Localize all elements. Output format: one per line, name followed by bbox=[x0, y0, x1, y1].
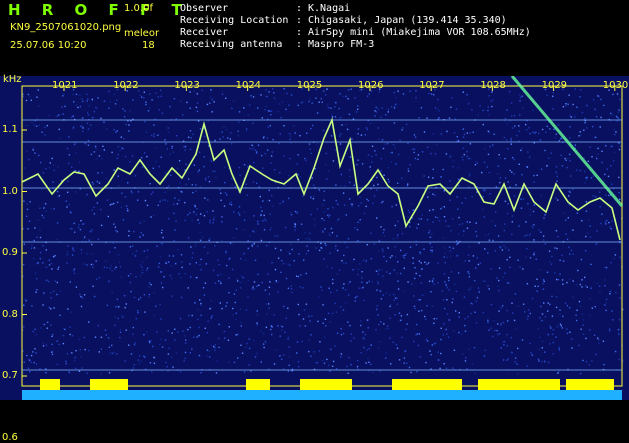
time-tick-label: 1030 bbox=[602, 80, 629, 91]
bottom-strip bbox=[22, 390, 622, 400]
info-key: Receiving Location bbox=[180, 15, 289, 26]
datetime-label: 25.07.06 10:20 bbox=[10, 40, 87, 51]
time-tick-label: 1025 bbox=[296, 80, 323, 91]
plot-frame bbox=[21, 85, 623, 387]
info-row-antenna: Receiving antenna: Maspro FM-3 bbox=[180, 39, 375, 50]
echo-trace bbox=[21, 117, 621, 241]
app-title: H R O F F T bbox=[8, 1, 190, 19]
count-label: 18 bbox=[142, 40, 155, 51]
time-tick-label: 1029 bbox=[541, 80, 568, 91]
meteor-streak bbox=[510, 76, 624, 207]
freq-tick-label: 0.9 bbox=[2, 247, 18, 258]
freq-tick-label: 1.1 bbox=[2, 124, 18, 135]
info-value: K.Nagai bbox=[308, 3, 351, 14]
version-label: 1.0.0f bbox=[124, 3, 153, 14]
info-row-receiver: Receiver: AirSpy mini (Miakejima VOR 108.… bbox=[180, 27, 531, 38]
info-key: Receiver bbox=[180, 27, 229, 38]
spectrogram-panel: kHz 1021 1022 1023 1024 1025 1026 1027 1028 1029… bbox=[0, 74, 629, 443]
mode-label: meleor bbox=[124, 28, 160, 39]
freq-tick-label: 0.7 bbox=[2, 370, 18, 381]
time-tick-label: 1028 bbox=[480, 80, 506, 91]
noise-layer bbox=[22, 88, 624, 375]
info-value: AirSpy mini (Miakejima VOR 108.65MHz) bbox=[308, 27, 531, 38]
time-tick-label: 1024 bbox=[235, 80, 262, 91]
time-tick-label: 1026 bbox=[358, 80, 384, 91]
time-tick-label: 1023 bbox=[174, 80, 200, 91]
station-info: Observer: K.Nagai Receiving Location: Chig… bbox=[180, 3, 531, 51]
header: H R O F F T 1.0.0f KN9_2507061020.png me… bbox=[0, 0, 629, 76]
freq-tick-label: 0.6 bbox=[2, 431, 18, 443]
info-value: Maspro FM-3 bbox=[308, 39, 375, 50]
freq-tick-label: 1.0 bbox=[2, 185, 18, 197]
filename-label: KN9_2507061020.png bbox=[10, 22, 122, 33]
info-value: Chigasaki, Japan (139.414 35.340) bbox=[308, 15, 507, 26]
info-row-observer: Observer: K.Nagai bbox=[180, 3, 351, 14]
unit-label: kHz bbox=[3, 74, 22, 85]
time-tick-label: 1021 bbox=[52, 80, 78, 91]
info-key: Receiving antenna bbox=[180, 39, 283, 50]
info-row-location: Receiving Location: Chigasaki, Japan (139… bbox=[180, 15, 507, 26]
spectrogram-canvas bbox=[21, 76, 624, 400]
time-tick-label: 1022 bbox=[113, 80, 139, 91]
time-tick-label: 1027 bbox=[419, 80, 445, 91]
info-key: Observer bbox=[180, 3, 229, 14]
freq-tick-label: 0.8 bbox=[2, 308, 18, 320]
